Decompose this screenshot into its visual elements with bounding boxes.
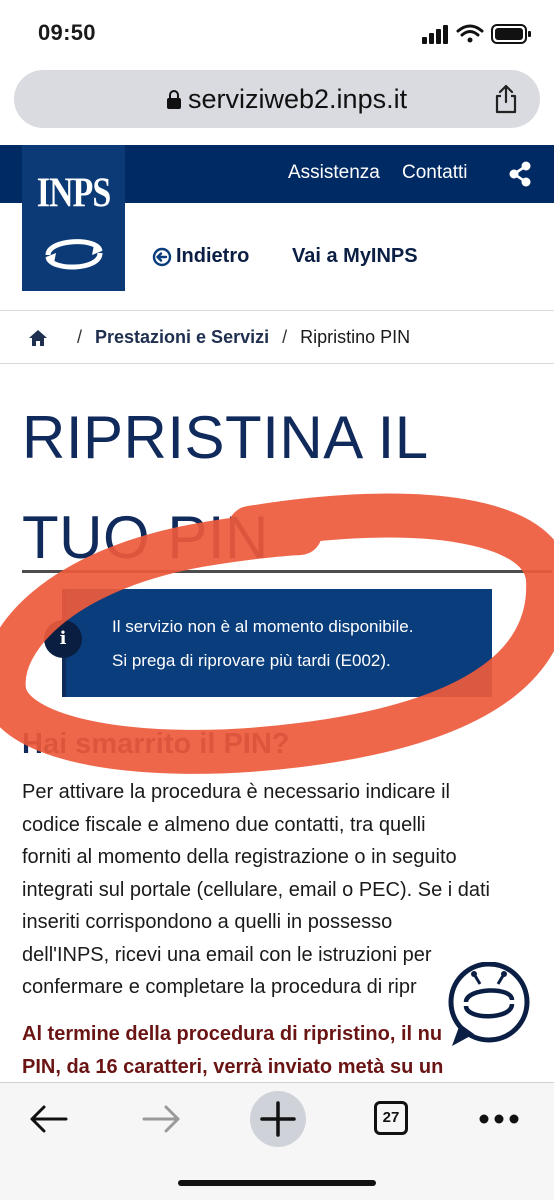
tabs-button[interactable]: 27: [374, 1101, 408, 1135]
home-indicator: [178, 1180, 376, 1186]
breadcrumb: / Prestazioni e Servizi / Ripristino PIN: [0, 312, 554, 364]
status-time: 09:50: [38, 20, 96, 45]
status-icons: [422, 24, 531, 44]
status-bar: 09:50: [0, 0, 554, 66]
chatbot-icon[interactable]: [446, 962, 532, 1048]
body-line: codice fiscale e almeno due contatti, tr…: [22, 813, 426, 836]
breadcrumb-item-prestazioni[interactable]: Prestazioni e Servizi: [95, 327, 269, 348]
body-line: forniti al momento della registrazione o…: [22, 846, 457, 868]
forward-arrow-icon[interactable]: [140, 1097, 200, 1141]
back-label: Indietro: [176, 245, 250, 267]
title-divider: [22, 570, 552, 573]
circle-arrow-left-icon: [152, 247, 172, 266]
body-line: inseriti corrispondono a quelli in posse…: [22, 911, 393, 933]
alert-line-2: Si prega di riprovare più tardi (E002).: [112, 651, 391, 670]
myinps-link[interactable]: Vai a MyINPS: [292, 245, 418, 268]
tabs-count: 27: [374, 1101, 408, 1135]
nav-row: Indietro Vai a MyINPS: [0, 203, 554, 311]
service-unavailable-alert: Il servizio non è al momento disponibile…: [62, 589, 492, 697]
share-icon[interactable]: [494, 84, 518, 114]
battery-icon: [491, 24, 531, 44]
more-options-icon[interactable]: [472, 1097, 532, 1141]
breadcrumb-separator: /: [77, 327, 83, 347]
back-link[interactable]: Indietro: [152, 245, 249, 268]
cellular-signal-icon: [422, 25, 448, 44]
new-tab-plus-icon[interactable]: [248, 1089, 308, 1149]
bold-line: PIN, da 16 caratteri, verrà inviato metà…: [22, 1056, 444, 1078]
home-icon[interactable]: [28, 329, 48, 347]
page-title: RIPRISTINA IL TUO PIN: [22, 388, 542, 588]
lock-icon: [167, 90, 181, 109]
info-icon: i: [44, 620, 82, 658]
contatti-link[interactable]: Contatti: [402, 162, 467, 184]
body-line: integrati sul portale (cellulare, email …: [22, 878, 490, 901]
url-text: serviziweb2.inps.it: [188, 84, 408, 114]
assistenza-link[interactable]: Assistenza: [288, 162, 380, 184]
share-nodes-icon[interactable]: [508, 161, 532, 187]
breadcrumb-item-current: Ripristino PIN: [300, 327, 411, 347]
page-title-line2: TUO PIN: [22, 504, 269, 571]
body-line: Per attivare la procedura è necessario i…: [22, 781, 450, 803]
section-heading: Hai smarrito il PIN?: [22, 728, 290, 760]
back-arrow-icon[interactable]: [26, 1097, 86, 1141]
page-title-line1: RIPRISTINA IL: [22, 404, 429, 471]
alert-line-1: Il servizio non è al momento disponibile…: [112, 617, 414, 636]
wifi-icon: [456, 24, 484, 43]
breadcrumb-separator: /: [282, 327, 288, 347]
url-bar[interactable]: serviziweb2.inps.it: [14, 70, 540, 128]
